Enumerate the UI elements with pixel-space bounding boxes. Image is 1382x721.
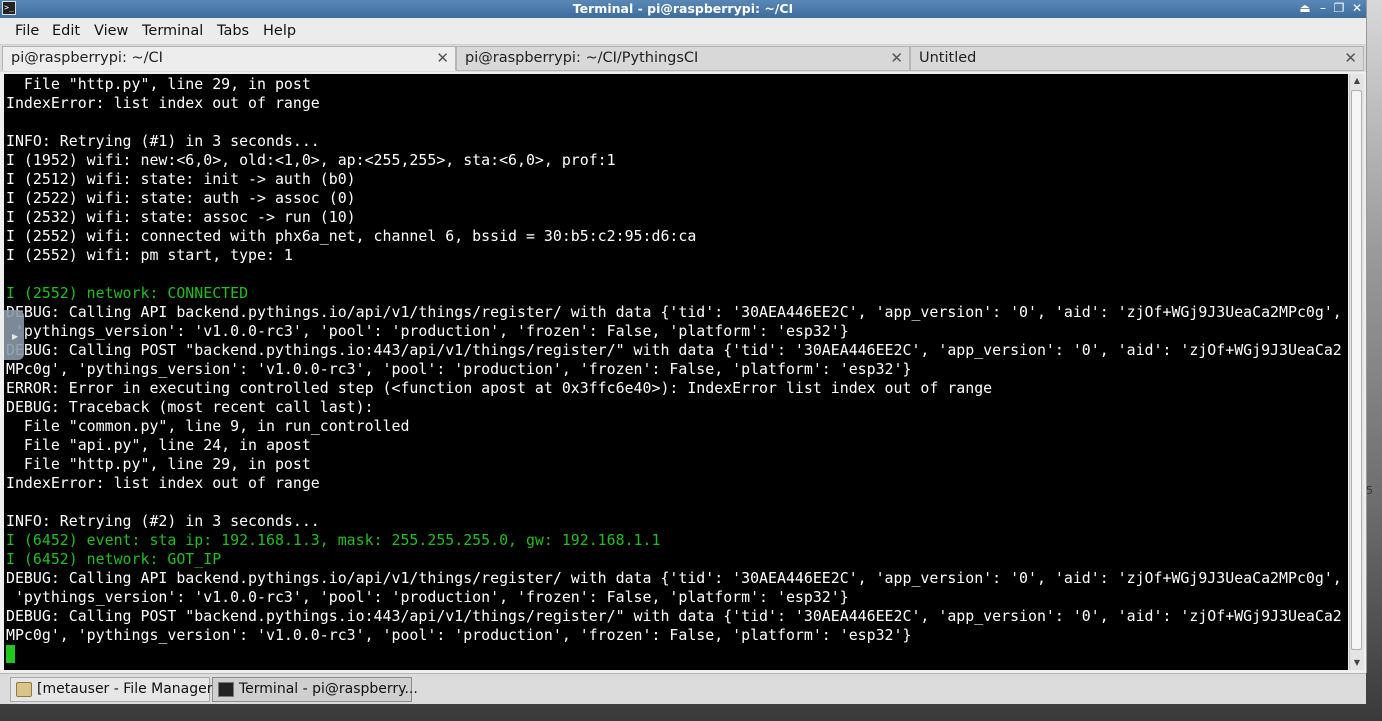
- terminal-line: I (2512) wifi: state: init -> auth (b0): [6, 170, 356, 188]
- terminal-line: MPc0g', 'pythings_version': 'v1.0.0-rc3'…: [6, 626, 912, 644]
- taskbar-item-file-manager[interactable]: [metauser - File Manager]: [10, 677, 218, 702]
- taskbar-item-terminal[interactable]: Terminal - pi@raspberry...: [212, 677, 418, 702]
- close-icon[interactable]: ✕: [1348, 0, 1366, 17]
- taskbar-item-label: [metauser - File Manager]: [37, 681, 218, 697]
- terminal-line: File "api.py", line 24, in apost: [6, 436, 311, 454]
- terminal-line: DEBUG: Calling API backend.pythings.io/a…: [6, 303, 1342, 321]
- terminal-line: 'pythings_version': 'v1.0.0-rc3', 'pool'…: [6, 322, 849, 340]
- terminal-lines: File "http.py", line 29, in post IndexErr…: [6, 75, 1342, 645]
- menu-file[interactable]: File: [15, 18, 39, 44]
- terminal-output[interactable]: File "http.py", line 29, in post IndexErr…: [4, 74, 1348, 670]
- terminal-line: ERROR: Error in executing controlled ste…: [6, 379, 993, 397]
- terminal-cursor: [6, 645, 15, 663]
- terminal-line: DEBUG: Calling POST "backend.pythings.io…: [6, 341, 1342, 359]
- terminal-line: INFO: Retrying (#2) in 3 seconds...: [6, 512, 320, 530]
- terminal-line: File "http.py", line 29, in post: [6, 75, 311, 93]
- tab-untitled[interactable]: Untitled ✕: [910, 46, 1364, 71]
- terminal-line: IndexError: list index out of range: [6, 94, 320, 112]
- terminal-line: I (2552) wifi: pm start, type: 1: [6, 246, 293, 264]
- window-title: Terminal - pi@raspberrypi: ~/CI: [572, 1, 794, 16]
- terminal-line: INFO: Retrying (#1) in 3 seconds...: [6, 132, 320, 150]
- tab-close-icon[interactable]: ✕: [436, 47, 449, 70]
- terminal-line: I (2552) wifi: connected with phx6a_net,…: [6, 227, 697, 245]
- terminal-line: DEBUG: Calling API backend.pythings.io/a…: [6, 569, 1342, 587]
- vertical-scrollbar[interactable]: ▲ ▼: [1349, 74, 1364, 670]
- menu-view[interactable]: View: [94, 18, 128, 44]
- tab-ci[interactable]: pi@raspberrypi: ~/CI ✕: [2, 46, 456, 71]
- taskbar-item-label: Terminal - pi@raspberry...: [239, 681, 418, 697]
- menu-terminal[interactable]: Terminal: [142, 18, 203, 44]
- menu-tabs[interactable]: Tabs: [217, 18, 249, 44]
- scrollbar-thumb[interactable]: [1351, 90, 1362, 650]
- tab-close-icon[interactable]: ✕: [1344, 47, 1357, 70]
- terminal-line: I (2532) wifi: state: assoc -> run (10): [6, 208, 356, 226]
- grip-arrow-icon: ▶: [12, 332, 19, 341]
- scroll-down-arrow-icon[interactable]: ▼: [1350, 656, 1364, 670]
- terminal-window: >_ Terminal - pi@raspberrypi: ~/CI ⏏ – ❐…: [0, 0, 1367, 673]
- terminal-line: 'pythings_version': 'v1.0.0-rc3', 'pool'…: [6, 588, 849, 606]
- maximize-icon[interactable]: ❐: [1330, 0, 1348, 17]
- terminal-line: I (1952) wifi: new:<6,0>, old:<1,0>, ap:…: [6, 151, 616, 169]
- tab-label: pi@raspberrypi: ~/CI/PythingsCI: [465, 50, 699, 66]
- menu-edit[interactable]: Edit: [52, 18, 80, 44]
- scroll-up-arrow-icon[interactable]: ▲: [1350, 74, 1364, 88]
- terminal-icon: [218, 682, 234, 697]
- shade-icon[interactable]: ⏏: [1296, 0, 1314, 17]
- terminal-line: DEBUG: Calling POST "backend.pythings.io…: [6, 607, 1342, 625]
- terminal-line: File "http.py", line 29, in post: [6, 455, 311, 473]
- tab-bar: pi@raspberrypi: ~/CI ✕ pi@raspberrypi: ~…: [0, 45, 1366, 72]
- terminal-line: File "common.py", line 9, in run_control…: [6, 417, 410, 435]
- taskbar: [metauser - File Manager] Terminal - pi@…: [0, 673, 1366, 704]
- tab-label: pi@raspberrypi: ~/CI: [11, 50, 163, 66]
- terminal-line: I (6452) network: GOT_IP: [6, 550, 222, 568]
- terminal-line: I (2522) wifi: state: auth -> assoc (0): [6, 189, 356, 207]
- terminal-line: IndexError: list index out of range: [6, 474, 320, 492]
- title-bar[interactable]: >_ Terminal - pi@raspberrypi: ~/CI ⏏ – ❐…: [0, 0, 1366, 18]
- desktop-edge-text: 5: [1366, 484, 1373, 497]
- terminal-line: DEBUG: Traceback (most recent call last)…: [6, 398, 374, 416]
- tab-pythingsci[interactable]: pi@raspberrypi: ~/CI/PythingsCI ✕: [456, 46, 910, 71]
- menu-bar: File Edit View Terminal Tabs Help: [0, 18, 1366, 45]
- side-panel-handle[interactable]: ▶: [4, 310, 24, 360]
- tab-label: Untitled: [919, 50, 977, 66]
- tab-close-icon[interactable]: ✕: [890, 47, 903, 70]
- terminal-line: MPc0g', 'pythings_version': 'v1.0.0-rc3'…: [6, 360, 912, 378]
- folder-icon: [16, 682, 32, 697]
- terminal-line: I (6452) event: sta ip: 192.168.1.3, mas…: [6, 531, 661, 549]
- terminal-line: I (2552) network: CONNECTED: [6, 284, 249, 302]
- menu-help[interactable]: Help: [263, 18, 296, 44]
